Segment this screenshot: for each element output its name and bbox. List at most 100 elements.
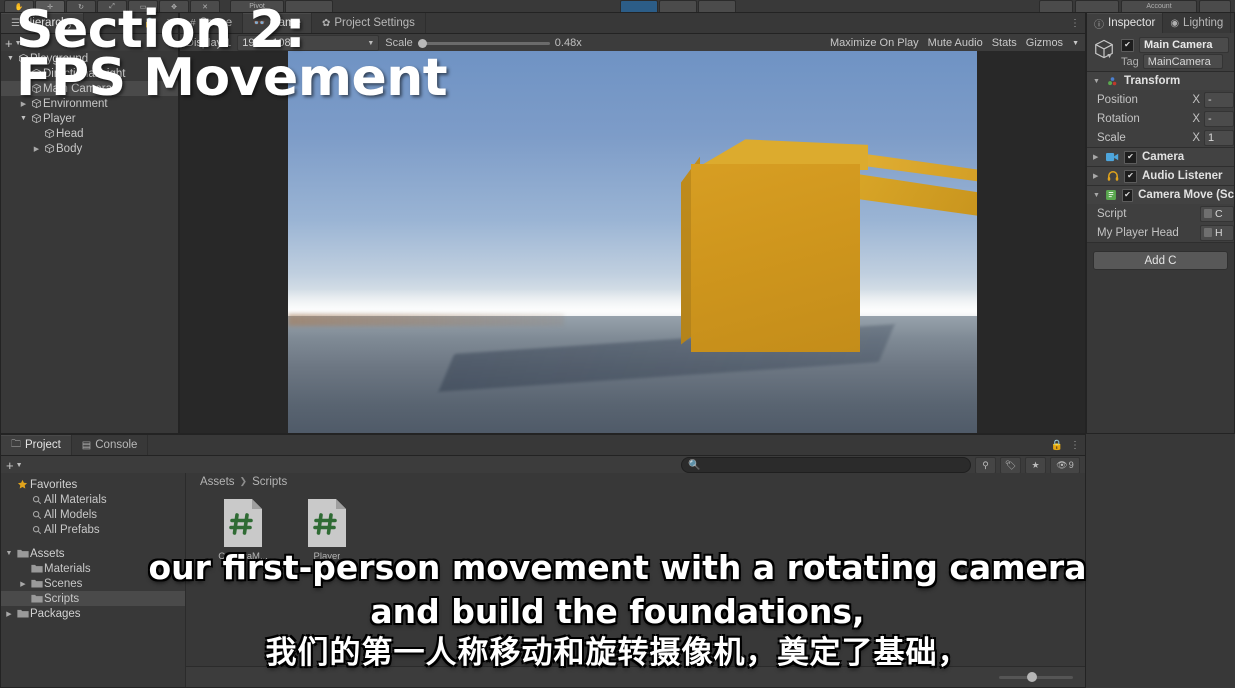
object-enabled-checkbox[interactable]: ✔	[1121, 38, 1134, 52]
chevron-right-icon[interactable]: ▶	[31, 145, 42, 153]
component-header[interactable]: ▼ ✔ Camera Move (Sc	[1087, 186, 1234, 204]
search-icon	[29, 495, 44, 505]
kebab-menu-icon[interactable]: ⋮	[1070, 18, 1080, 29]
hierarchy-item-label: Head	[56, 127, 84, 140]
tab-inspector[interactable]: ⓘ Inspector	[1087, 13, 1164, 33]
hierarchy-item-body[interactable]: ▶ Body	[1, 141, 178, 156]
search-by-type-icon: ⚲	[982, 459, 989, 470]
thumbnail-zoom-slider[interactable]	[999, 672, 1073, 682]
step-button[interactable]	[698, 0, 736, 12]
play-controls	[620, 0, 736, 12]
chevron-down-icon[interactable]: ▼	[1093, 192, 1100, 199]
gameview-tab-tools: ⋮	[1070, 13, 1080, 33]
inspector-object-header: ▼ ✔ Main Camera Tag MainCamera	[1087, 33, 1234, 72]
component-enabled-checkbox[interactable]: ✔	[1124, 150, 1137, 164]
hierarchy-item-label: Player	[43, 112, 76, 125]
prefab-cube-icon: ▼	[1093, 38, 1115, 60]
object-reference-value: C	[1215, 207, 1223, 220]
project-tree-item-all-prefabs[interactable]: All Prefabs	[1, 522, 185, 537]
breadcrumb[interactable]: Assets ❯ Scripts	[186, 473, 1085, 490]
filter-favorites-button[interactable]: ★	[1025, 456, 1046, 474]
tab-lighting[interactable]: ◉ Lighting	[1163, 13, 1232, 33]
project-tree-label: All Materials	[44, 493, 107, 506]
asset-badge-icon	[1204, 209, 1212, 218]
property-label: Rotation	[1097, 112, 1140, 125]
chevron-down-icon[interactable]: ▼	[5, 55, 16, 62]
gizmos-button[interactable]: Gizmos	[1026, 37, 1063, 49]
property-label: Script	[1097, 207, 1127, 220]
tab-console[interactable]: ▤ Console	[71, 435, 149, 455]
favorite-star-icon: ★	[1031, 459, 1040, 470]
play-button[interactable]	[620, 0, 658, 12]
chevron-down-icon[interactable]: ▼	[1072, 40, 1079, 47]
pause-button[interactable]	[659, 0, 697, 12]
filter-by-label-button[interactable]: 🏷	[1000, 456, 1021, 474]
mute-audio-button[interactable]: Mute Audio	[928, 37, 983, 49]
component-header[interactable]: ▶ ✔ Audio Listener	[1087, 167, 1234, 185]
chevron-right-icon[interactable]: ▶	[1093, 172, 1101, 180]
axis-label-x: X	[1192, 93, 1200, 106]
chevron-right-icon[interactable]: ▶	[1093, 153, 1101, 161]
breadcrumb-item-scripts[interactable]: Scripts	[252, 476, 287, 488]
cloud-icon[interactable]	[1039, 0, 1073, 12]
star-icon	[15, 479, 30, 490]
component-enabled-checkbox[interactable]: ✔	[1124, 169, 1137, 183]
component-enabled-checkbox[interactable]: ✔	[1121, 188, 1134, 202]
object-name-field[interactable]: Main Camera	[1139, 37, 1229, 53]
project-search-group: 🔍 ⚲ 🏷 ★ 👁 9	[681, 456, 1080, 474]
chevron-down-icon[interactable]: ▼	[18, 115, 29, 122]
layout-button[interactable]	[1199, 0, 1231, 12]
object-reference-field[interactable]: H	[1200, 224, 1234, 241]
tag-dropdown[interactable]: MainCamera	[1142, 54, 1223, 69]
hierarchy-item-head[interactable]: Head	[1, 126, 178, 141]
hidden-packages-button[interactable]: 👁 9	[1050, 456, 1080, 474]
project-add-button[interactable]: + ▼	[6, 459, 23, 472]
object-reference-field[interactable]: C	[1200, 205, 1234, 222]
account-button[interactable]: Account	[1121, 0, 1197, 12]
property-rotation: Rotation X -	[1087, 109, 1234, 128]
component-name: Camera Move (Sc	[1138, 189, 1234, 201]
property-value-field[interactable]: 1	[1204, 129, 1234, 146]
lock-icon[interactable]: 🔒	[1051, 440, 1063, 451]
add-component-button[interactable]: Add C	[1093, 251, 1228, 270]
project-tree-item-all-models[interactable]: All Models	[1, 507, 185, 522]
component-audio-listener: ▶ ✔ Audio Listener	[1087, 167, 1234, 186]
maximize-on-play-button[interactable]: Maximize On Play	[830, 37, 919, 49]
search-icon	[29, 525, 44, 535]
tab-project[interactable]: 🗀 Project	[1, 435, 72, 455]
project-tree-label: All Models	[44, 508, 98, 521]
plus-icon: +	[6, 457, 14, 473]
inspector-panel: ⓘ Inspector ◉ Lighting ▼ ✔ Main Camera T…	[1086, 12, 1235, 434]
search-input[interactable]: 🔍	[681, 457, 971, 473]
kebab-menu-icon[interactable]: ⋮	[1070, 440, 1080, 451]
game-render-canvas[interactable]	[180, 51, 1085, 433]
cube-front-face	[691, 164, 860, 353]
component-name: Camera	[1142, 151, 1185, 163]
video-title-overlay: Section 2: FPS Movement	[16, 0, 448, 109]
project-tree-item-all-materials[interactable]: All Materials	[1, 492, 185, 507]
hierarchy-tree[interactable]: ▼ Playground Directional Light Main Camera ▶…	[1, 51, 178, 433]
tab-project-label: Project	[25, 439, 61, 451]
tag-label: Tag	[1121, 55, 1139, 68]
subtitle-overlay: our first-person movement with a rotatin…	[0, 546, 1235, 674]
chevron-down-icon[interactable]: ▼	[1093, 78, 1101, 85]
layers-button[interactable]	[1075, 0, 1119, 12]
subtitle-line-2: and build the foundations,	[370, 591, 865, 631]
object-tag-row: Tag MainCamera	[1121, 54, 1223, 69]
component-header[interactable]: ▼ Transform	[1087, 72, 1234, 90]
stats-button[interactable]: Stats	[992, 37, 1017, 49]
plus-icon: +	[5, 35, 13, 51]
project-tree-label: Favorites	[30, 478, 78, 491]
rendered-scene	[288, 51, 977, 433]
breadcrumb-item-assets[interactable]: Assets	[200, 476, 235, 488]
subtitle-line-3: 我们的第一人称移动和旋转摄像机，奠定了基础，	[265, 635, 970, 672]
project-tree-item-favorites[interactable]: Favorites	[1, 477, 185, 492]
property-label: Position	[1097, 93, 1138, 106]
property-value-field[interactable]: -	[1204, 91, 1234, 108]
property-value-field[interactable]: -	[1204, 110, 1234, 127]
component-camera-move-sc: ▼ ✔ Camera Move (Sc Script C My Player Head H	[1087, 186, 1234, 243]
inspector-components-list: ▼ Transform Position X - Rotation X - Scale X 1 ▶ ✔ C…	[1087, 72, 1234, 243]
component-header[interactable]: ▶ ✔ Camera	[1087, 148, 1234, 166]
hierarchy-item-player[interactable]: ▼ Player	[1, 111, 178, 126]
filter-by-type-button[interactable]: ⚲	[975, 456, 996, 474]
